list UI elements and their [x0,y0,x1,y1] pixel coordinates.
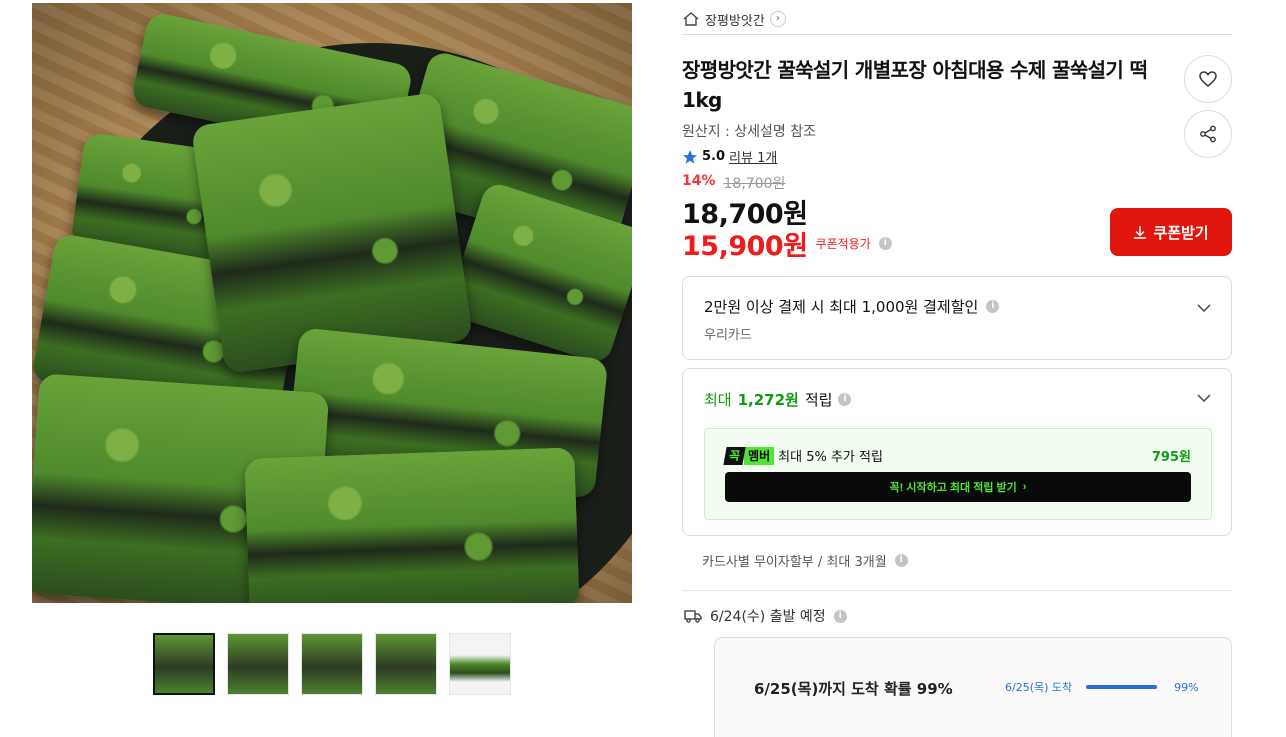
share-button[interactable] [1184,110,1232,158]
arrival-progress-bar [1086,685,1159,689]
member-row: 꼭 멤버 최대 5% 추가 적립 795원 [723,446,1191,465]
points-panel: 최대 1,272원 적립 i 꼭 멤버 최대 5% 추가 적립 795원 꼭! … [682,368,1232,536]
chevron-down-icon[interactable] [1197,301,1211,315]
thumbnail-4[interactable] [375,633,437,695]
home-icon [683,12,699,26]
arrival-probability-box: 6/25(목)까지 도착 확률 99% 6/25(목) 도착 99% [714,637,1232,737]
installment-info: 카드사별 무이자할부 / 최대 3개월 i [702,551,908,570]
rice-cake-shape [244,447,580,603]
discount-row: 14% 18,700원 [682,173,785,193]
points-amount: 1,272원 [737,391,799,409]
depart-text: 6/24(수) 출발 예정 [710,609,826,625]
member-benefit-box: 꼭 멤버 최대 5% 추가 적립 795원 꼭! 시작하고 최대 적립 받기 › [704,428,1212,520]
coupon-button-label: 쿠폰받기 [1153,224,1209,242]
info-icon[interactable]: i [878,237,892,250]
thumbnail-2[interactable] [227,633,289,695]
member-amount: 795원 [1151,450,1191,465]
share-icon [1200,125,1216,143]
thumbnail-5[interactable] [449,633,511,695]
thumbnail-3[interactable] [301,633,363,695]
installment-text: 카드사별 무이자할부 / 최대 3개월 [702,555,887,570]
coupon-price: 15,900원 [682,231,808,262]
product-title: 장평방앗간 꿀쑥설기 개별포장 아침대용 수제 꿀쑥설기 떡 1kg [682,58,1148,112]
product-main-image[interactable] [32,3,632,603]
arrival-progress-fill [1086,685,1158,689]
download-icon [1134,226,1147,239]
shipping-info: 6/24(수) 출발 예정 i [684,606,847,626]
thumbnail-1[interactable] [153,633,215,695]
divider [682,590,1232,591]
start-button-label: 꼭! 시작하고 최대 적립 받기 [889,482,1017,494]
breadcrumb: 장평방앗간 › [682,4,1232,35]
card-discount-main: 2만원 이상 결제 시 최대 1,000원 결제할인 i [704,296,1000,317]
points-prefix: 최대 [704,391,732,409]
points-suffix: 적립 [804,391,833,409]
arrival-main-text: 6/25(목)까지 도착 확률 99% [754,680,953,698]
heart-icon [1199,71,1217,87]
store-link[interactable]: 장평방앗간 [705,10,765,29]
badge-left: 꼭 [723,446,746,465]
origin-text: 원산지 : 상세설명 참조 [682,124,816,140]
arrival-label: 6/25(목) 도착 [1005,681,1073,694]
chevron-down-icon[interactable] [1197,391,1211,405]
original-price: 18,700원 [723,176,786,192]
discount-percent: 14% [682,173,716,189]
info-icon[interactable]: i [894,554,908,567]
rating: 5.0 리뷰 1개 [682,147,777,166]
coupon-price-row: 15,900원 쿠폰적용가 i [682,224,892,263]
truck-icon [684,610,702,623]
card-name: 우리카드 [704,328,752,343]
info-icon[interactable]: i [833,609,847,623]
member-start-button[interactable]: 꼭! 시작하고 최대 적립 받기 › [725,472,1191,502]
info-icon[interactable]: i [838,393,852,406]
coupon-price-label: 쿠폰적용가 [815,237,871,251]
member-text: 최대 5% 추가 적립 [778,450,883,465]
arrival-detail: 6/25(목) 도착 99% [1005,679,1199,695]
wishlist-button[interactable] [1184,55,1232,103]
info-icon[interactable]: i [986,300,1000,313]
member-badge: 꼭 멤버 [723,446,775,465]
points-summary: 최대 1,272원 적립 i [704,389,852,410]
coupon-download-button[interactable]: 쿠폰받기 [1110,208,1232,256]
card-discount-panel[interactable]: 2만원 이상 결제 시 최대 1,000원 결제할인 i 우리카드 [682,276,1232,360]
card-discount-text: 2만원 이상 결제 시 최대 1,000원 결제할인 [704,298,979,316]
badge-right: 멤버 [744,446,775,465]
chevron-right-icon: › [1022,481,1027,493]
arrival-percent: 99% [1174,680,1199,694]
review-link[interactable]: 리뷰 1개 [729,147,777,166]
rating-score: 5.0 [702,149,726,164]
star-icon [683,149,697,164]
chevron-right-icon[interactable]: › [769,11,786,27]
